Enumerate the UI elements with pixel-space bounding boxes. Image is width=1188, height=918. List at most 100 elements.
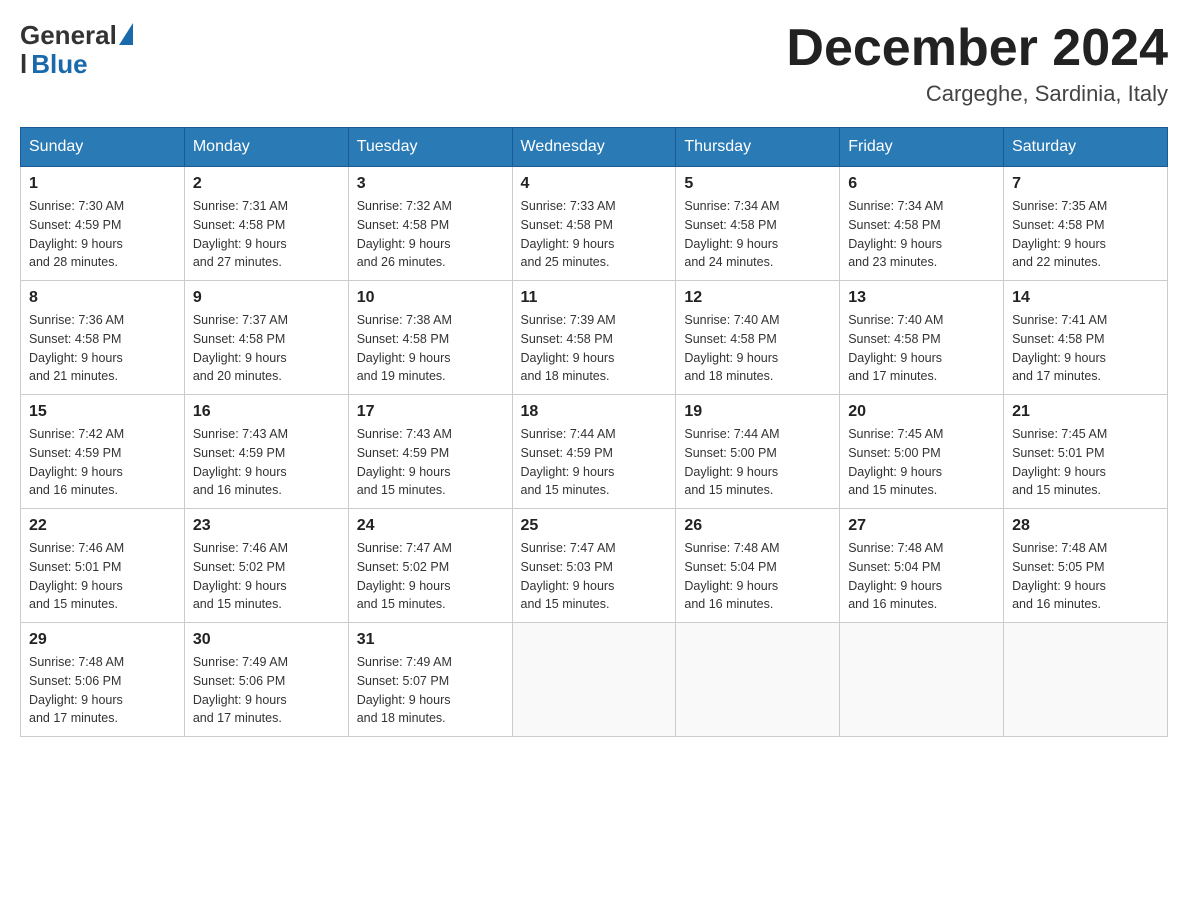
calendar-cell: 30 Sunrise: 7:49 AMSunset: 5:06 PMDayligh… xyxy=(184,623,348,737)
day-info: Sunrise: 7:32 AMSunset: 4:58 PMDaylight:… xyxy=(357,197,504,272)
month-year-title: December 2024 xyxy=(786,20,1168,77)
calendar-cell: 3Sunrise: 7:32 AMSunset: 4:58 PMDaylight… xyxy=(348,167,512,281)
day-number: 8 xyxy=(29,289,176,307)
calendar-cell xyxy=(512,623,676,737)
day-info: Sunrise: 7:30 AMSunset: 4:59 PMDaylight:… xyxy=(29,197,176,272)
day-info: Sunrise: 7:49 AMSunset: 5:06 PMDaylight:… xyxy=(193,653,340,728)
day-number: 28 xyxy=(1012,517,1159,535)
day-info: Sunrise: 7:35 AMSunset: 4:58 PMDaylight:… xyxy=(1012,197,1159,272)
day-number: 11 xyxy=(521,289,668,307)
day-number: 24 xyxy=(357,517,504,535)
calendar-cell: 12 Sunrise: 7:40 AMSunset: 4:58 PMDayligh… xyxy=(676,281,840,395)
page-header: General l Blue December 2024 Cargeghe, S… xyxy=(20,20,1168,107)
calendar-cell xyxy=(676,623,840,737)
day-number: 9 xyxy=(193,289,340,307)
day-number: 27 xyxy=(848,517,995,535)
day-info: Sunrise: 7:41 AMSunset: 4:58 PMDaylight:… xyxy=(1012,311,1159,386)
title-block: December 2024 Cargeghe, Sardinia, Italy xyxy=(786,20,1168,107)
calendar-cell: 2Sunrise: 7:31 AMSunset: 4:58 PMDaylight… xyxy=(184,167,348,281)
calendar-week-2: 8Sunrise: 7:36 AMSunset: 4:58 PMDaylight… xyxy=(21,281,1168,395)
logo-blue: Blue xyxy=(31,49,87,80)
logo-triangle-icon xyxy=(119,23,133,45)
calendar-cell: 23 Sunrise: 7:46 AMSunset: 5:02 PMDayligh… xyxy=(184,509,348,623)
day-number: 15 xyxy=(29,403,176,421)
day-info: Sunrise: 7:43 AMSunset: 4:59 PMDaylight:… xyxy=(357,425,504,500)
day-number: 18 xyxy=(521,403,668,421)
calendar-week-4: 22Sunrise: 7:46 AMSunset: 5:01 PMDayligh… xyxy=(21,509,1168,623)
calendar-cell: 25 Sunrise: 7:47 AMSunset: 5:03 PMDayligh… xyxy=(512,509,676,623)
day-number: 12 xyxy=(684,289,831,307)
calendar-cell: 17 Sunrise: 7:43 AMSunset: 4:59 PMDayligh… xyxy=(348,395,512,509)
calendar-cell: 15 Sunrise: 7:42 AMSunset: 4:59 PMDayligh… xyxy=(21,395,185,509)
calendar-cell: 4Sunrise: 7:33 AMSunset: 4:58 PMDaylight… xyxy=(512,167,676,281)
day-number: 20 xyxy=(848,403,995,421)
calendar-cell xyxy=(840,623,1004,737)
day-number: 1 xyxy=(29,175,176,193)
calendar-cell: 5 Sunrise: 7:34 AMSunset: 4:58 PMDaylight… xyxy=(676,167,840,281)
calendar-header-saturday: Saturday xyxy=(1004,128,1168,167)
day-info: Sunrise: 7:37 AMSunset: 4:58 PMDaylight:… xyxy=(193,311,340,386)
day-info: Sunrise: 7:38 AMSunset: 4:58 PMDaylight:… xyxy=(357,311,504,386)
day-number: 29 xyxy=(29,631,176,649)
day-info: Sunrise: 7:44 AMSunset: 5:00 PMDaylight:… xyxy=(684,425,831,500)
calendar-cell: 13Sunrise: 7:40 AMSunset: 4:58 PMDayligh… xyxy=(840,281,1004,395)
day-number: 14 xyxy=(1012,289,1159,307)
day-info: Sunrise: 7:47 AMSunset: 5:03 PMDaylight:… xyxy=(521,539,668,614)
day-number: 17 xyxy=(357,403,504,421)
calendar-cell xyxy=(1004,623,1168,737)
calendar-header-row: SundayMondayTuesdayWednesdayThursdayFrid… xyxy=(21,128,1168,167)
day-info: Sunrise: 7:48 AMSunset: 5:05 PMDaylight:… xyxy=(1012,539,1159,614)
location-subtitle: Cargeghe, Sardinia, Italy xyxy=(786,81,1168,107)
day-info: Sunrise: 7:47 AMSunset: 5:02 PMDaylight:… xyxy=(357,539,504,614)
day-number: 19 xyxy=(684,403,831,421)
calendar-cell: 9 Sunrise: 7:37 AMSunset: 4:58 PMDaylight… xyxy=(184,281,348,395)
day-number: 23 xyxy=(193,517,340,535)
calendar-cell: 6 Sunrise: 7:34 AMSunset: 4:58 PMDaylight… xyxy=(840,167,1004,281)
calendar-header-friday: Friday xyxy=(840,128,1004,167)
calendar-cell: 29 Sunrise: 7:48 AMSunset: 5:06 PMDayligh… xyxy=(21,623,185,737)
calendar-cell: 16 Sunrise: 7:43 AMSunset: 4:59 PMDayligh… xyxy=(184,395,348,509)
calendar-cell: 21Sunrise: 7:45 AMSunset: 5:01 PMDayligh… xyxy=(1004,395,1168,509)
calendar-week-3: 15 Sunrise: 7:42 AMSunset: 4:59 PMDayligh… xyxy=(21,395,1168,509)
calendar-cell: 28 Sunrise: 7:48 AMSunset: 5:05 PMDayligh… xyxy=(1004,509,1168,623)
day-info: Sunrise: 7:34 AMSunset: 4:58 PMDaylight:… xyxy=(684,197,831,272)
day-info: Sunrise: 7:45 AMSunset: 5:01 PMDaylight:… xyxy=(1012,425,1159,500)
day-number: 30 xyxy=(193,631,340,649)
calendar-cell: 19 Sunrise: 7:44 AMSunset: 5:00 PMDayligh… xyxy=(676,395,840,509)
day-number: 25 xyxy=(521,517,668,535)
logo: General l Blue xyxy=(20,20,133,80)
logo-general: General xyxy=(20,20,117,51)
day-info: Sunrise: 7:42 AMSunset: 4:59 PMDaylight:… xyxy=(29,425,176,500)
calendar-cell: 31 Sunrise: 7:49 AMSunset: 5:07 PMDayligh… xyxy=(348,623,512,737)
day-info: Sunrise: 7:46 AMSunset: 5:01 PMDaylight:… xyxy=(29,539,176,614)
calendar-cell: 14 Sunrise: 7:41 AMSunset: 4:58 PMDayligh… xyxy=(1004,281,1168,395)
day-number: 6 xyxy=(848,175,995,193)
day-number: 13 xyxy=(848,289,995,307)
calendar-cell: 22Sunrise: 7:46 AMSunset: 5:01 PMDayligh… xyxy=(21,509,185,623)
calendar-header-tuesday: Tuesday xyxy=(348,128,512,167)
calendar-header-wednesday: Wednesday xyxy=(512,128,676,167)
day-info: Sunrise: 7:43 AMSunset: 4:59 PMDaylight:… xyxy=(193,425,340,500)
calendar-cell: 26Sunrise: 7:48 AMSunset: 5:04 PMDayligh… xyxy=(676,509,840,623)
calendar-cell: 18Sunrise: 7:44 AMSunset: 4:59 PMDayligh… xyxy=(512,395,676,509)
day-number: 10 xyxy=(357,289,504,307)
day-number: 7 xyxy=(1012,175,1159,193)
day-info: Sunrise: 7:45 AMSunset: 5:00 PMDaylight:… xyxy=(848,425,995,500)
calendar-cell: 1 Sunrise: 7:30 AMSunset: 4:59 PMDaylight… xyxy=(21,167,185,281)
day-info: Sunrise: 7:46 AMSunset: 5:02 PMDaylight:… xyxy=(193,539,340,614)
day-number: 4 xyxy=(521,175,668,193)
day-number: 16 xyxy=(193,403,340,421)
day-info: Sunrise: 7:34 AMSunset: 4:58 PMDaylight:… xyxy=(848,197,995,272)
calendar-cell: 11 Sunrise: 7:39 AMSunset: 4:58 PMDayligh… xyxy=(512,281,676,395)
calendar-cell: 24 Sunrise: 7:47 AMSunset: 5:02 PMDayligh… xyxy=(348,509,512,623)
day-number: 31 xyxy=(357,631,504,649)
day-info: Sunrise: 7:49 AMSunset: 5:07 PMDaylight:… xyxy=(357,653,504,728)
day-info: Sunrise: 7:48 AMSunset: 5:06 PMDaylight:… xyxy=(29,653,176,728)
calendar-cell: 8Sunrise: 7:36 AMSunset: 4:58 PMDaylight… xyxy=(21,281,185,395)
calendar-cell: 7 Sunrise: 7:35 AMSunset: 4:58 PMDaylight… xyxy=(1004,167,1168,281)
calendar-week-5: 29 Sunrise: 7:48 AMSunset: 5:06 PMDayligh… xyxy=(21,623,1168,737)
day-info: Sunrise: 7:39 AMSunset: 4:58 PMDaylight:… xyxy=(521,311,668,386)
day-number: 5 xyxy=(684,175,831,193)
day-info: Sunrise: 7:40 AMSunset: 4:58 PMDaylight:… xyxy=(684,311,831,386)
day-info: Sunrise: 7:48 AMSunset: 5:04 PMDaylight:… xyxy=(848,539,995,614)
